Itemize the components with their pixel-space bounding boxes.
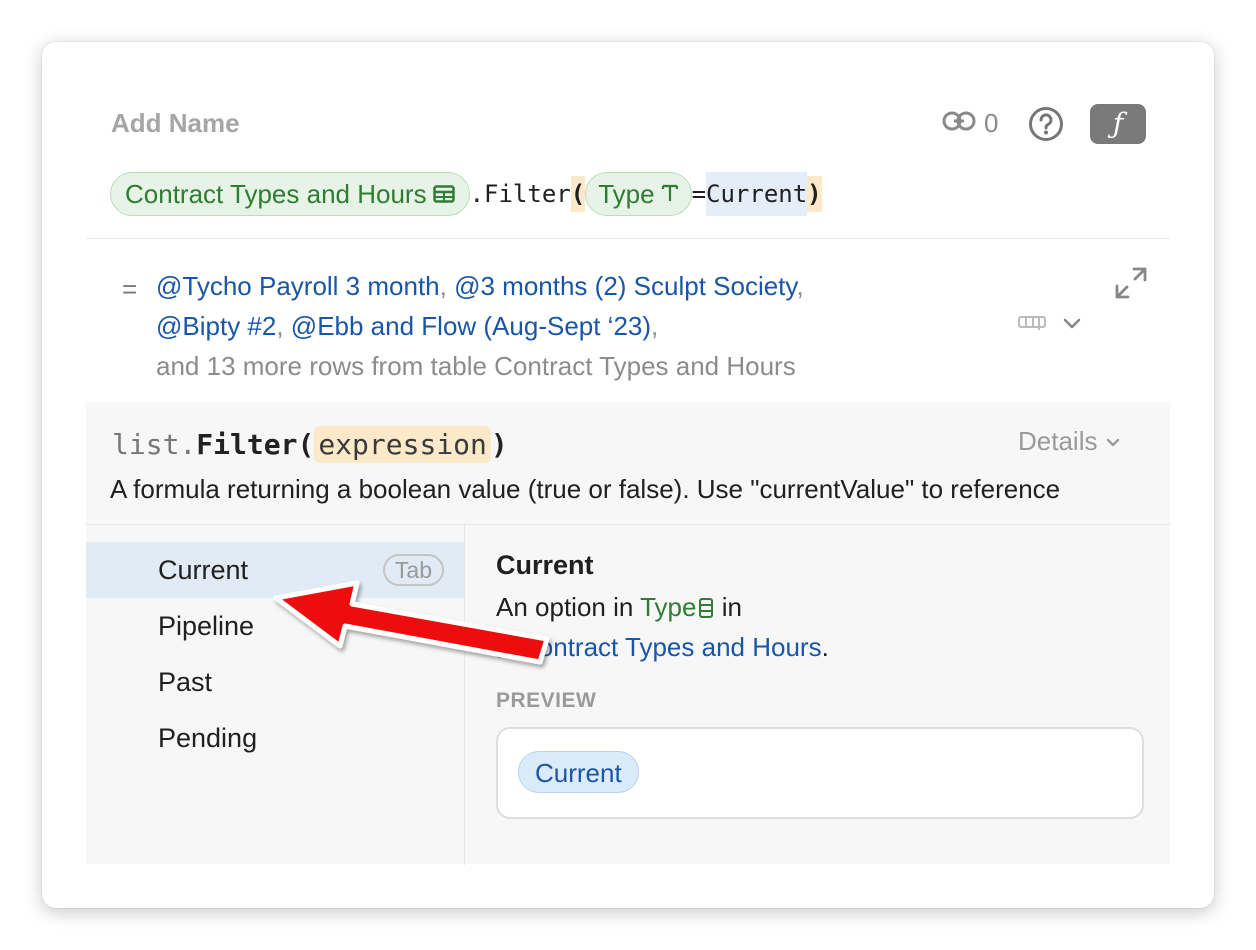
signature-argument: expression bbox=[314, 426, 491, 463]
preview-label: PREVIEW bbox=[496, 689, 597, 712]
table-icon bbox=[496, 632, 520, 662]
references-counter[interactable]: 0 bbox=[942, 108, 998, 139]
filter-method: .Filter bbox=[469, 180, 571, 208]
table-name: Contract Types and Hours bbox=[520, 632, 822, 662]
open-paren: ( bbox=[570, 176, 586, 212]
detail-title: Current bbox=[496, 550, 594, 580]
more-rows-text: and 13 more rows from table Contract Typ… bbox=[156, 351, 796, 381]
select-list-icon bbox=[696, 592, 714, 622]
table-chip-label: Contract Types and Hours bbox=[125, 178, 427, 209]
signature-close: ) bbox=[490, 428, 508, 461]
result-row-link[interactable]: @Bipty #2 bbox=[156, 311, 276, 341]
suggestion-item[interactable]: Current Tab bbox=[86, 542, 464, 598]
result-row-link[interactable]: @Ebb and Flow (Aug-Sept ‘23) bbox=[291, 311, 651, 341]
divider bbox=[464, 525, 465, 865]
function-description: A formula returning a boolean value (tru… bbox=[110, 474, 1061, 504]
suggestion-label: Pipeline bbox=[158, 611, 255, 641]
divider bbox=[86, 238, 1170, 239]
function-help-section: list. Filter(expression) Details A formul… bbox=[86, 402, 1170, 865]
function-signature: list. Filter(expression) bbox=[112, 426, 508, 463]
column-chip-label: Type bbox=[598, 178, 655, 209]
help-icon[interactable] bbox=[1028, 106, 1064, 147]
suggestion-list: Current Tab Pipeline Past Pending bbox=[86, 542, 464, 766]
separator: , bbox=[439, 271, 455, 301]
preview-box: Current bbox=[496, 727, 1144, 819]
table-icon bbox=[432, 179, 455, 210]
separator: , bbox=[276, 311, 291, 341]
tab-hint-badge: Tab bbox=[382, 554, 444, 586]
add-name-field[interactable]: Add Name bbox=[111, 108, 240, 139]
detail-text: An option in bbox=[496, 592, 641, 622]
detail-description: An option in Type in Contract Types and … bbox=[496, 587, 1156, 667]
suggestion-label: Current bbox=[158, 555, 249, 585]
result-row-link[interactable]: @Tycho Payroll 3 month bbox=[156, 271, 440, 301]
preview-value-pill: Current bbox=[518, 751, 639, 793]
link-icon bbox=[942, 108, 976, 139]
formula-editor-panel: Add Name 0 ƒ Contract Types and Hours .F… bbox=[42, 42, 1214, 908]
suggestion-item[interactable]: Past bbox=[86, 654, 464, 710]
text-type-icon bbox=[661, 179, 679, 210]
signature-name: Filter( bbox=[196, 428, 315, 461]
details-label: Details bbox=[1018, 426, 1098, 456]
equals-operator: = bbox=[691, 180, 707, 208]
detail-text: . bbox=[821, 632, 829, 662]
expand-icon[interactable] bbox=[1114, 266, 1148, 305]
filter-value: Current bbox=[706, 172, 808, 216]
column-reference-chip[interactable]: Type bbox=[585, 172, 692, 216]
suggestion-label: Past bbox=[158, 667, 213, 697]
formula-toggle-button[interactable]: ƒ bbox=[1090, 104, 1146, 144]
suggestion-item[interactable]: Pipeline bbox=[86, 598, 464, 654]
result-row-link[interactable]: @3 months (2) Sculpt Society bbox=[454, 271, 796, 301]
column-name: Type bbox=[640, 592, 697, 622]
chevron-down-icon[interactable] bbox=[1062, 314, 1082, 337]
separator: , bbox=[796, 271, 804, 301]
reference-count: 0 bbox=[984, 108, 999, 138]
divider bbox=[86, 524, 1170, 525]
signature-prefix: list. bbox=[112, 428, 197, 461]
suggestion-label: Pending bbox=[158, 723, 258, 753]
result-equals-sign: = bbox=[122, 274, 138, 304]
suggestion-detail: Current An option in Type in Contract Ty… bbox=[496, 550, 1156, 819]
formula-input[interactable]: Contract Types and Hours .Filter ( Type … bbox=[110, 172, 822, 216]
column-link[interactable]: Type bbox=[640, 592, 714, 622]
detail-text: in bbox=[714, 592, 742, 622]
formula-result: @Tycho Payroll 3 month, @3 months (2) Sc… bbox=[156, 266, 804, 386]
close-paren: ) bbox=[807, 176, 822, 212]
chevron-down-icon bbox=[1105, 426, 1121, 457]
table-reference-chip[interactable]: Contract Types and Hours bbox=[110, 172, 470, 216]
suggestion-item[interactable]: Pending bbox=[86, 710, 464, 766]
display-format-icon[interactable] bbox=[1018, 314, 1048, 337]
table-link[interactable]: Contract Types and Hours bbox=[496, 632, 822, 662]
details-dropdown[interactable]: Details bbox=[1018, 426, 1121, 457]
separator: , bbox=[651, 311, 659, 341]
